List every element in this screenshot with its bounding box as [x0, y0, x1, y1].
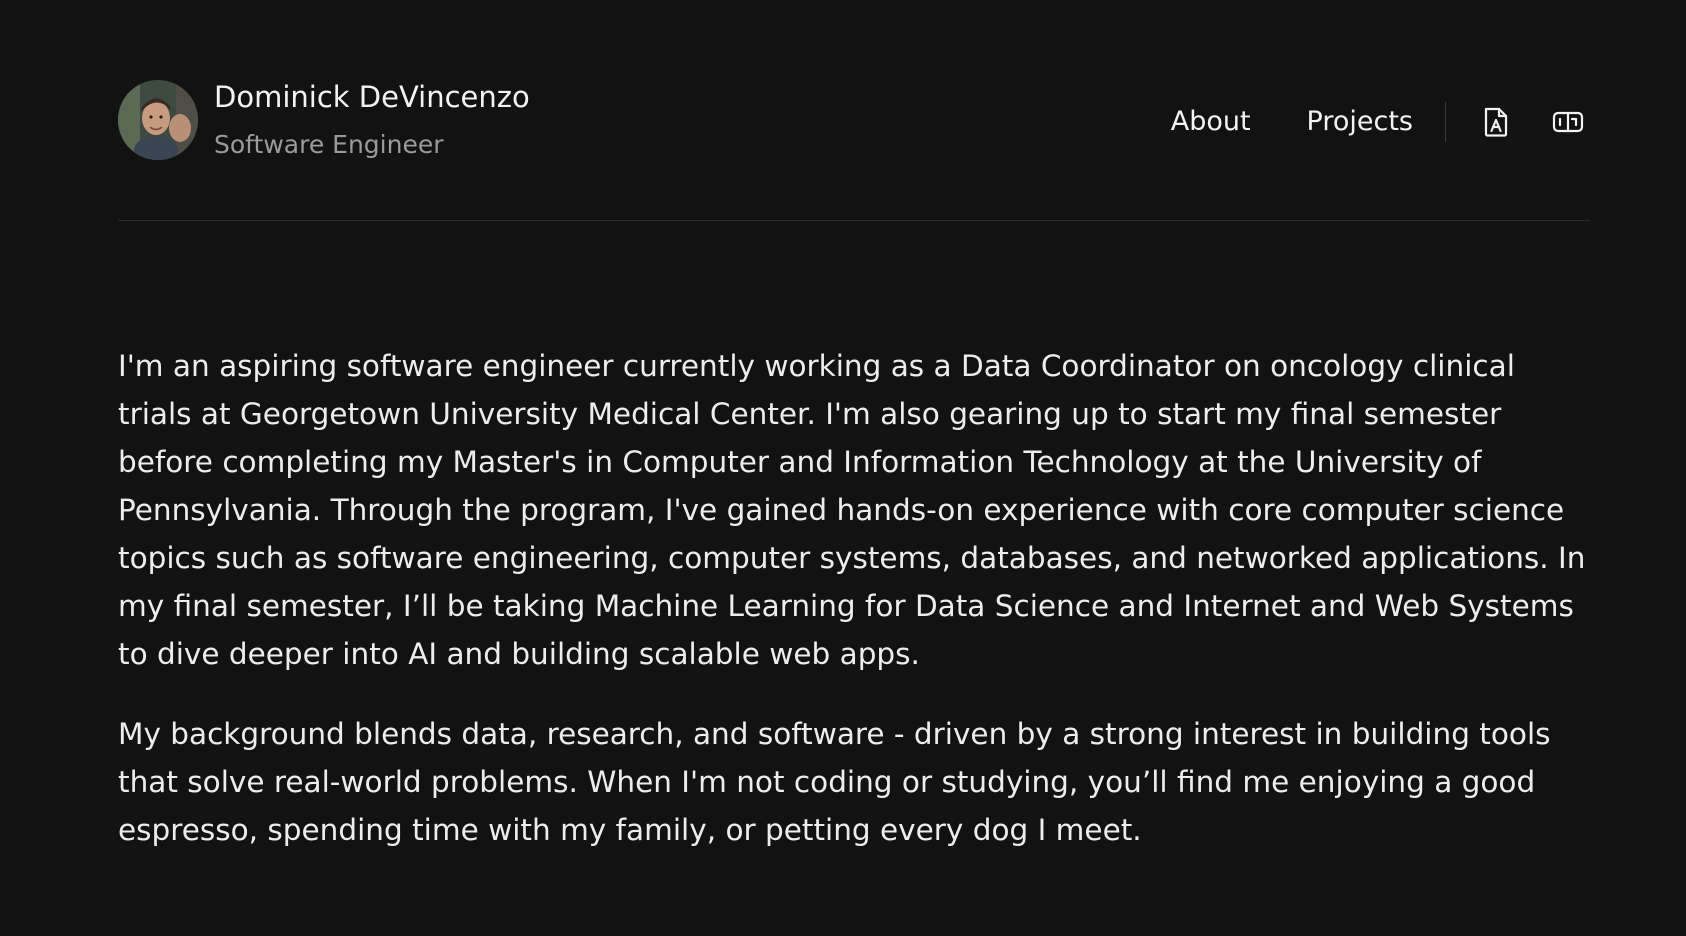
about-paragraph-1: I'm an aspiring software engineer curren…: [118, 349, 1586, 671]
resume-file-icon[interactable]: [1474, 100, 1518, 144]
site-header: Dominick DeVincenzo Software Engineer Ab…: [118, 76, 1590, 242]
site-owner-role: Software Engineer: [214, 130, 444, 159]
about-paragraph-2: My background blends data, research, and…: [118, 717, 1551, 847]
page: Dominick DeVincenzo Software Engineer Ab…: [0, 0, 1686, 936]
about-content: I'm an aspiring software engineer curren…: [118, 342, 1596, 886]
avatar: [118, 80, 198, 160]
main-nav: About Projects: [1171, 94, 1590, 150]
site-owner-name[interactable]: Dominick DeVincenzo: [214, 76, 530, 118]
nav-divider: [1445, 102, 1446, 142]
header-divider: [118, 220, 1590, 221]
nav-link-about[interactable]: About: [1171, 94, 1251, 150]
id-card-icon[interactable]: [1546, 100, 1590, 144]
nav-link-projects[interactable]: Projects: [1307, 94, 1413, 150]
